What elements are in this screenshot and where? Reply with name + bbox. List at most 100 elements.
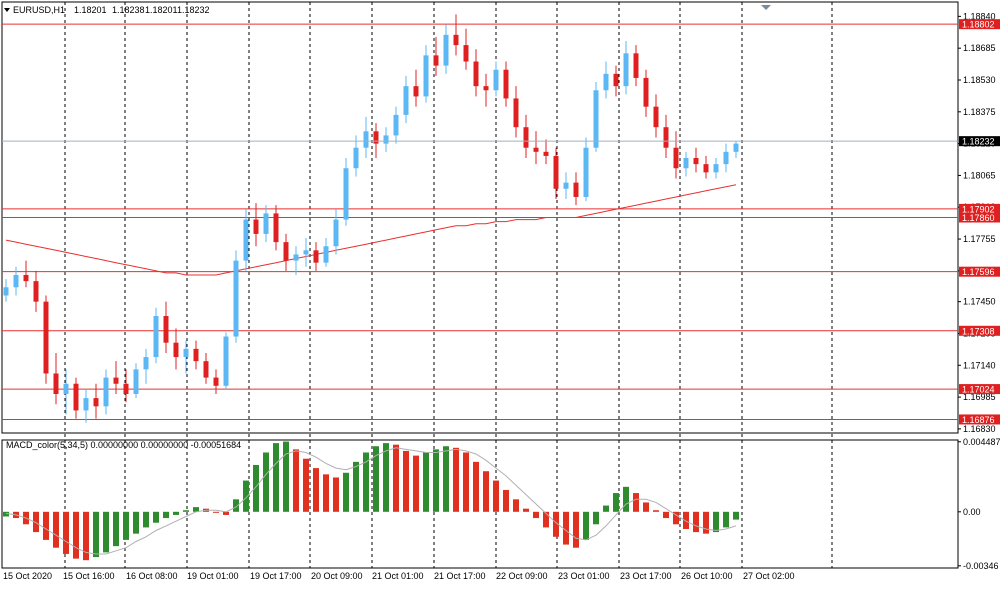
macd-bar: [693, 511, 699, 533]
level-tag-label: 1.17024: [962, 385, 995, 395]
candle-body: [393, 114, 399, 136]
macd-y-tick-label: 0.004487: [963, 437, 1000, 447]
moving-average: [5, 184, 737, 276]
candle: [673, 131, 679, 179]
macd-bar: [353, 461, 359, 512]
level-tag-label: 1.17596: [962, 267, 995, 277]
candle-body: [503, 69, 509, 99]
candle: [73, 377, 79, 419]
candle-body: [273, 213, 279, 243]
candle-body: [523, 127, 529, 148]
level-tag-label: 1.17308: [962, 326, 995, 336]
y-tick-label: 1.18375: [963, 107, 996, 117]
chart-collapse-icon[interactable]: [761, 5, 771, 10]
candle: [533, 131, 539, 165]
candle-body: [453, 34, 459, 46]
candle-body: [263, 213, 269, 234]
y-tick-label: 1.17140: [963, 360, 996, 370]
macd-bar: [213, 511, 219, 513]
candle: [363, 116, 369, 158]
x-tick-label: 15 Oct 16:00: [63, 571, 115, 581]
candle-body: [513, 98, 519, 128]
macd-bar: [533, 511, 539, 519]
candle-body: [653, 106, 659, 128]
candle-body: [103, 377, 109, 407]
candle: [463, 28, 469, 70]
candle-body: [113, 377, 119, 384]
x-tick-label: 23 Oct 01:00: [558, 571, 610, 581]
candle-body: [663, 127, 669, 148]
candle: [103, 369, 109, 415]
candle: [563, 172, 569, 200]
y-tick-label: 1.18530: [963, 75, 996, 85]
candle-body: [433, 55, 439, 66]
ohlc-open: 1.18201: [74, 5, 107, 15]
price-chart[interactable]: 1.188401.186851.185301.183751.182201.180…: [0, 0, 1000, 589]
candle: [423, 45, 429, 103]
candle: [183, 340, 189, 374]
candle: [303, 238, 309, 267]
candle: [233, 250, 239, 343]
macd-bar: [643, 502, 649, 512]
candle: [523, 114, 529, 158]
candle-body: [123, 383, 129, 395]
candle: [283, 233, 289, 271]
macd-label: MACD_color(5,34,5) 0.00000000 0.00000000…: [6, 440, 241, 450]
macd-bar: [43, 511, 49, 540]
candle: [163, 301, 169, 353]
macd-bar: [423, 452, 429, 512]
candle-body: [293, 254, 299, 261]
candle: [313, 242, 319, 271]
candle-body: [693, 157, 699, 165]
candle: [33, 270, 39, 312]
candle-body: [573, 182, 579, 197]
candle-body: [703, 164, 709, 173]
candle-body: [473, 61, 479, 87]
macd-bar: [723, 511, 729, 528]
y-tick-label: 1.16830: [963, 424, 996, 434]
candle-body: [343, 168, 349, 220]
candle: [133, 363, 139, 399]
candle: [323, 238, 329, 267]
candle: [123, 369, 129, 403]
ma-line: [5, 184, 737, 276]
symbol-label: EURUSD,H1: [13, 5, 65, 15]
candle: [63, 369, 69, 415]
macd-bar: [503, 489, 509, 512]
symbol-dropdown-icon[interactable]: [4, 8, 10, 12]
candle-body: [163, 316, 169, 343]
candle-body: [133, 369, 139, 395]
y-tick-label: 1.17450: [963, 297, 996, 307]
x-tick-label: 20 Oct 09:00: [311, 571, 363, 581]
candle-body: [403, 86, 409, 115]
macd-bar: [73, 511, 79, 559]
candle-body: [463, 45, 469, 62]
candle: [193, 340, 199, 370]
time-axis: 15 Oct 2020 15 Oct 16:00 16 Oct 08:00 19 Oc…: [3, 571, 795, 581]
macd-bar: [443, 446, 449, 512]
price-axis: 1.188401.186851.185301.183751.182201.180…: [958, 11, 1000, 434]
candle: [53, 352, 59, 405]
candle: [83, 389, 89, 423]
candle: [393, 106, 399, 144]
candle-body: [443, 34, 449, 66]
candle-body: [143, 357, 149, 370]
candle: [253, 203, 259, 247]
candle: [3, 279, 9, 302]
macd-bar: [663, 511, 669, 519]
candle: [13, 266, 19, 296]
y-tick-label: 1.18685: [963, 43, 996, 53]
candle: [143, 348, 149, 384]
candle: [653, 94, 659, 138]
candle-body: [353, 147, 359, 169]
candle-body: [83, 398, 89, 411]
macd-bar: [273, 443, 279, 512]
macd-bar: [333, 477, 339, 512]
macd-bar: [93, 511, 99, 558]
candle: [553, 147, 559, 200]
candle: [383, 127, 389, 152]
x-tick-label: 16 Oct 08:00: [126, 571, 178, 581]
x-tick-label: 21 Oct 01:00: [372, 571, 424, 581]
macd-bar: [103, 511, 109, 553]
candle-body: [613, 73, 619, 87]
